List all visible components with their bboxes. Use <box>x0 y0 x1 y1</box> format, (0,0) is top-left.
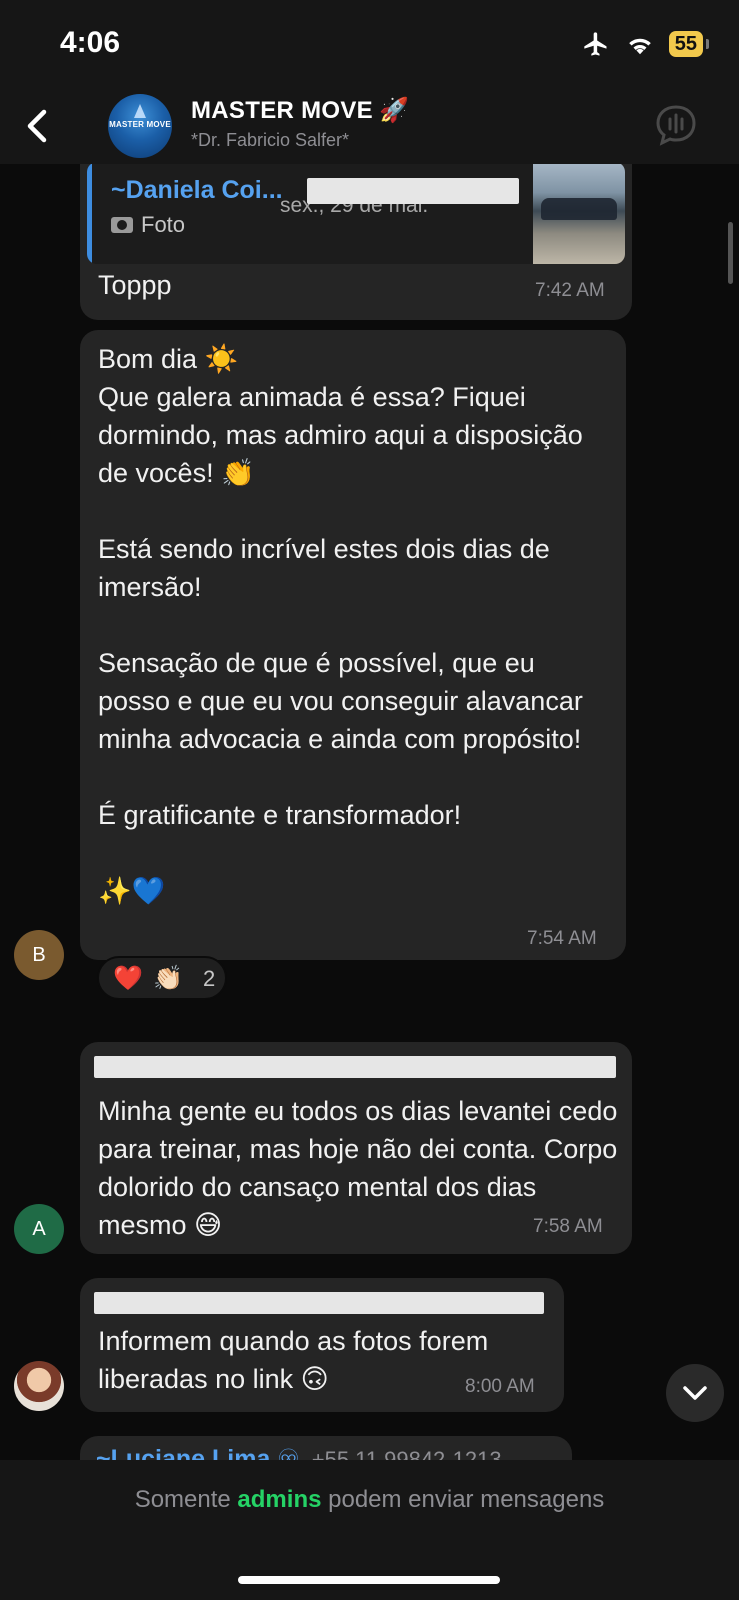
notice-admins-link[interactable]: admins <box>237 1486 321 1513</box>
message-time: 7:42 AM <box>535 280 605 301</box>
group-avatar[interactable]: MASTER MOVE <box>108 94 172 158</box>
chevron-left-icon <box>27 109 47 143</box>
message-bubble[interactable]: Bom dia ☀️ Que galera animada é essa? Fi… <box>80 330 626 960</box>
sender-avatar[interactable]: A <box>14 1204 64 1254</box>
message-bubble[interactable]: Minha gente eu todos os dias levantei ce… <box>80 1042 632 1254</box>
logo-mark-icon <box>134 104 146 118</box>
group-title-text: MASTER MOVE <box>191 97 373 124</box>
status-icons: 55 <box>581 30 710 58</box>
chat-header: MASTER MOVE MASTER MOVE 🚀 *Dr. Fabricio S… <box>0 90 739 164</box>
group-subtitle: *Dr. Fabricio Salfer* <box>191 130 350 150</box>
notice-suffix: podem enviar mensagens <box>328 1486 605 1513</box>
status-time: 4:06 <box>60 26 121 59</box>
home-indicator[interactable] <box>238 1576 500 1584</box>
group-title[interactable]: MASTER MOVE 🚀 <box>191 96 409 125</box>
airplane-icon <box>584 32 607 56</box>
redacted-sender <box>94 1292 544 1314</box>
message-time: 8:00 AM <box>465 1376 535 1397</box>
rocket-emoji: 🚀 <box>378 97 410 124</box>
voice-chat-button[interactable] <box>653 102 699 148</box>
scrollbar-thumb[interactable] <box>728 222 733 284</box>
message-text: Toppp <box>98 270 172 300</box>
battery-indicator: 55 <box>668 31 710 57</box>
sender-avatar-photo[interactable] <box>14 1361 64 1411</box>
chevron-down-icon <box>683 1386 707 1400</box>
admin-only-notice: Somente admins podem enviar mensagens <box>0 1486 739 1514</box>
chat-area[interactable]: ~Daniela Coi... Foto Toppp 7:42 AM sex.,… <box>0 164 739 1460</box>
photo-people-shape <box>541 198 617 220</box>
message-text: Bom dia ☀️ Que galera animada é essa? Fi… <box>98 344 583 906</box>
admin-only-footer: Somente admins podem enviar mensagens <box>0 1460 739 1600</box>
reaction-count: 2 <box>203 966 216 991</box>
clap-reaction: 👏🏻 <box>153 965 183 992</box>
partial-sender-phone: +55 11 99842-1213 <box>311 1447 502 1460</box>
redacted-phone <box>307 178 519 204</box>
camera-icon <box>111 217 133 233</box>
heart-reaction: ❤️ <box>113 965 143 992</box>
back-button[interactable] <box>18 104 58 148</box>
message-time: 7:58 AM <box>533 1216 603 1237</box>
partial-sender-name: ~Luciane Lima ♾ +55 11 99842-1213 <box>96 1444 502 1460</box>
partial-sender-text: ~Luciane Lima ♾ <box>96 1445 300 1460</box>
redacted-sender <box>94 1056 616 1078</box>
notice-prefix: Somente <box>134 1486 231 1513</box>
message-bubble[interactable]: ~Luciane Lima ♾ +55 11 99842-1213 <box>80 1436 572 1460</box>
status-bar: 4:06 55 <box>0 0 739 90</box>
quote-sender-name: ~Daniela Coi... <box>111 176 283 204</box>
quote-media-label: Foto <box>111 212 185 238</box>
scroll-to-bottom-button[interactable] <box>666 1364 724 1422</box>
quote-media-text: Foto <box>141 212 186 237</box>
sender-avatar[interactable]: B <box>14 930 64 980</box>
quote-photo-thumbnail[interactable] <box>533 164 625 264</box>
message-bubble[interactable]: Informem quando as fotos forem liberadas… <box>80 1278 564 1412</box>
quote-accent-bar <box>87 164 92 264</box>
reaction-pill[interactable]: ❤️ 👏🏻 2 <box>97 956 227 1000</box>
message-time: 7:54 AM <box>527 928 597 949</box>
voice-chat-icon <box>656 105 696 146</box>
avatar-logo-text: MASTER MOVE <box>109 120 171 129</box>
wifi-icon <box>628 38 651 55</box>
